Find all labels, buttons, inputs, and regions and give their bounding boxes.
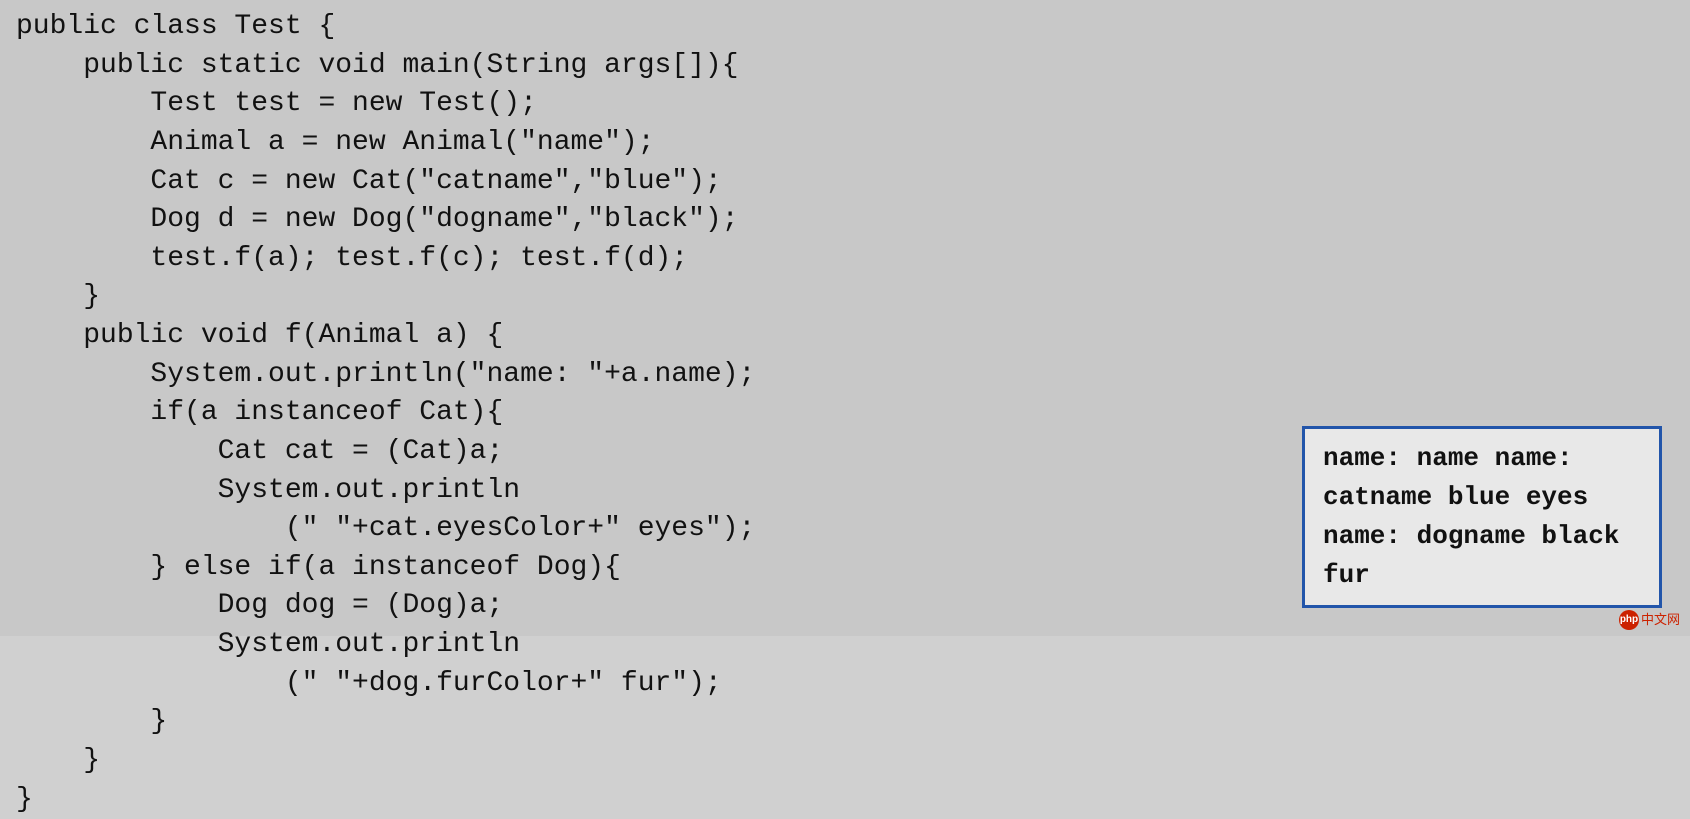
watermark-icon: php — [1619, 610, 1639, 630]
code-container: public class Test { public static void m… — [0, 0, 1690, 636]
watermark: php 中文网 — [1619, 610, 1680, 630]
watermark-text: 中文网 — [1641, 611, 1680, 629]
output-box: name: name name: catname blue eyes name:… — [1302, 426, 1662, 608]
